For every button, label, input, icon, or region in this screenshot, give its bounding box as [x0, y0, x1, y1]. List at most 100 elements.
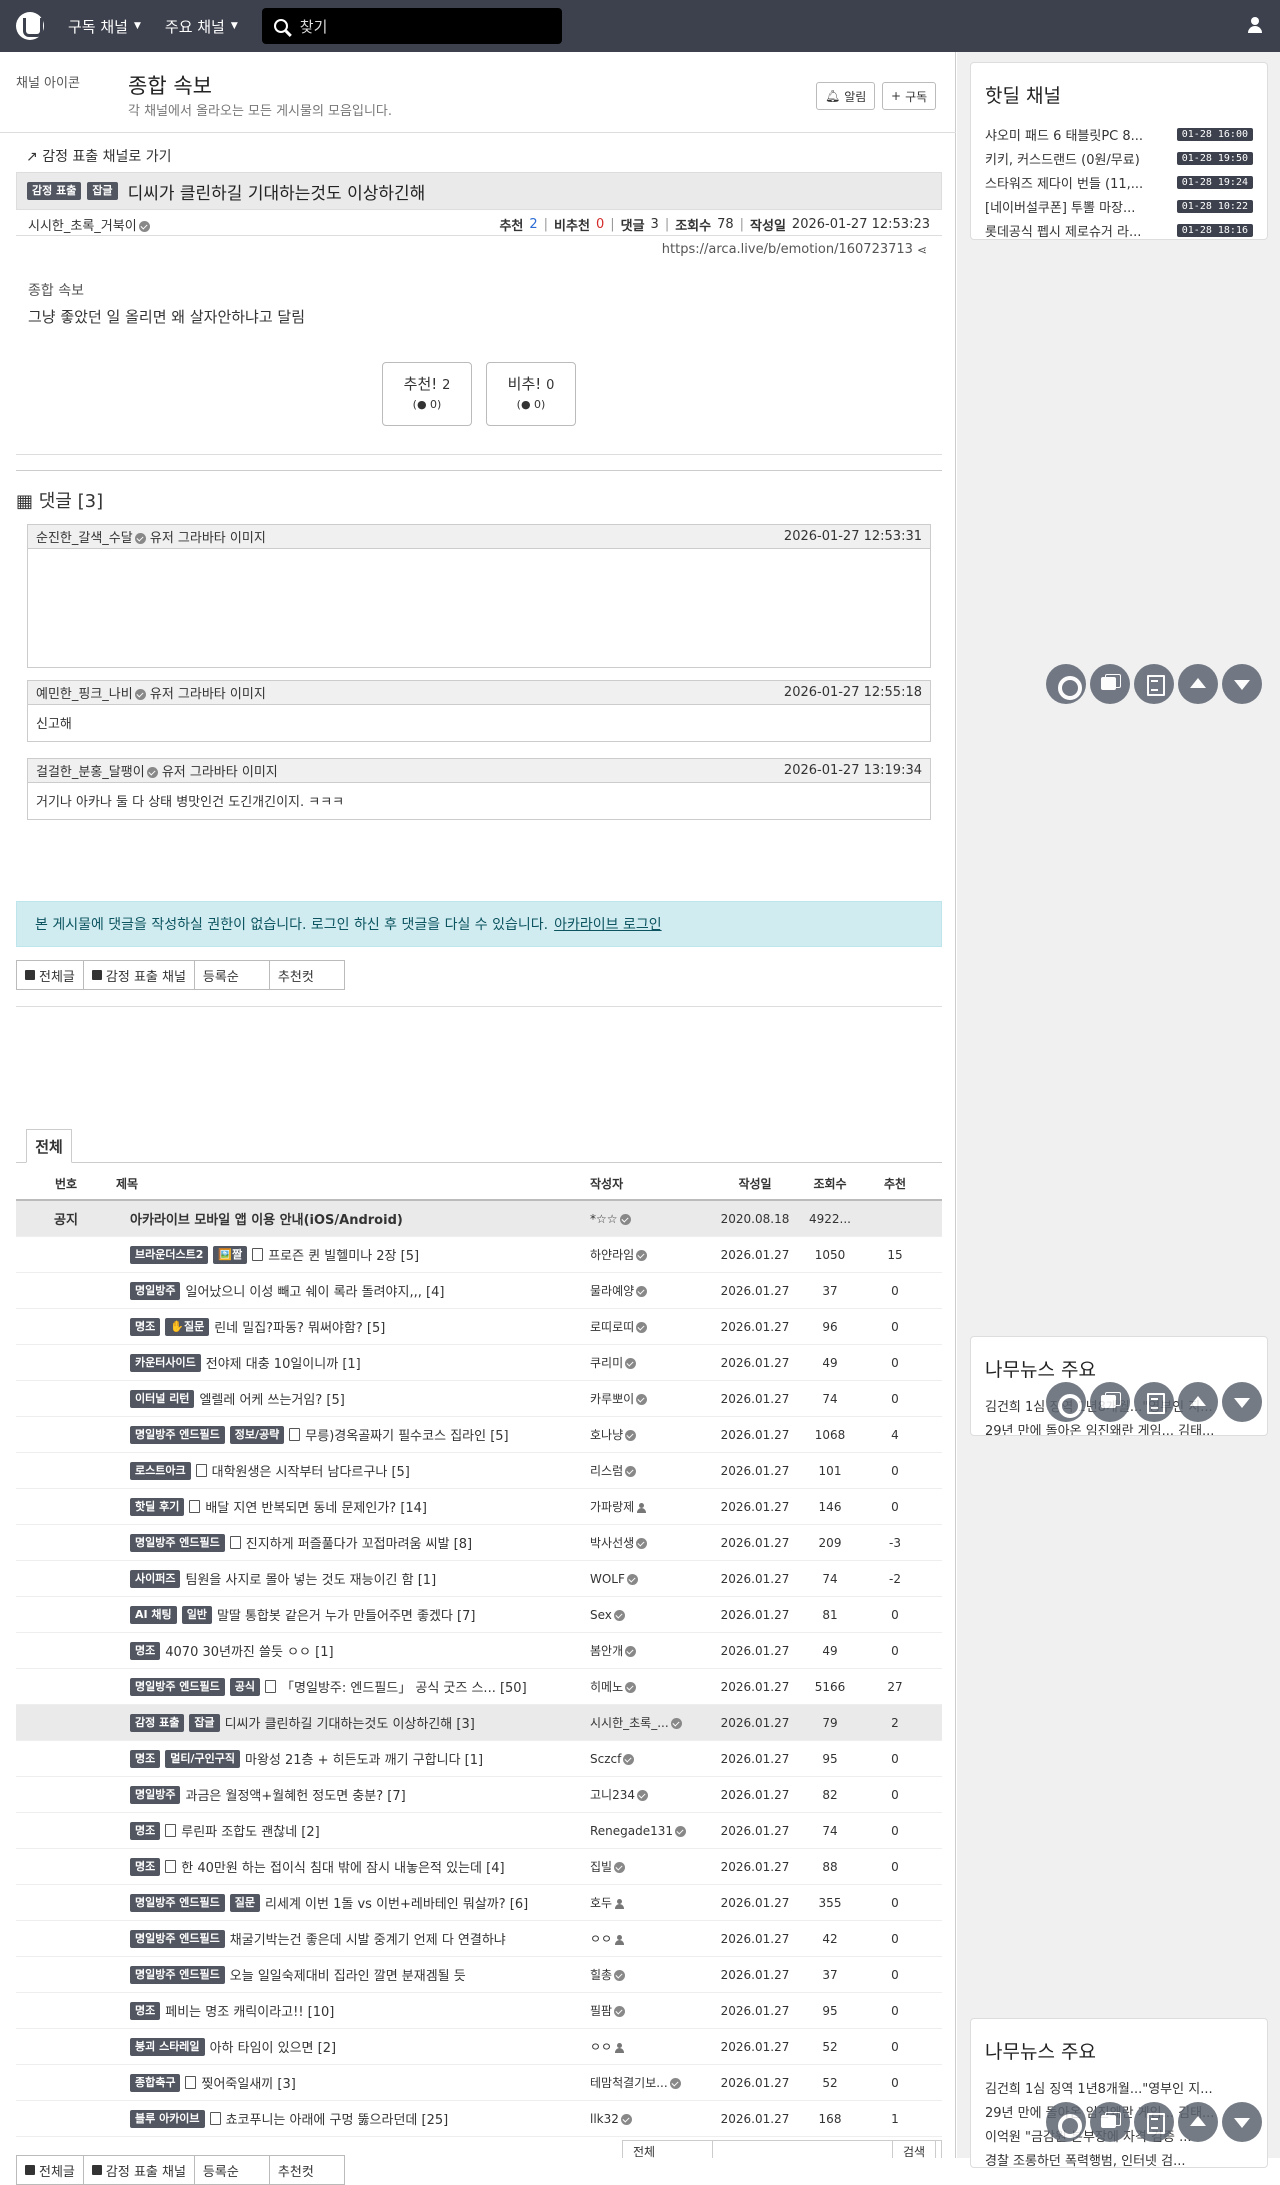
comment-author[interactable]: 순진한_갈색_수달 유저 그라바타 이미지	[36, 527, 784, 546]
row-author[interactable]: 시시한_초록_...	[590, 1714, 720, 1731]
row-title[interactable]: 명조 루린파 조합도 괜찮네 [2]	[116, 1821, 590, 1840]
comments-icon[interactable]	[1090, 664, 1130, 704]
table-row[interactable]: 명일방주 과금은 월정액+월혜헌 정도면 충분? [7] 고니234 2026.0…	[16, 1777, 942, 1813]
table-row[interactable]: 브라운더스트2 🖼️짤 프로즌 퀸 빌헬미나 2장 [5] 하얀라임 2026.01…	[16, 1237, 942, 1273]
category-badge[interactable]: 명일방주 엔드필드	[130, 1965, 225, 1984]
category-badge[interactable]: 명일방주	[130, 1785, 181, 1804]
board-title[interactable]: 종합 속보	[128, 70, 212, 100]
row-author[interactable]: 힐총	[590, 1966, 720, 1983]
row-author[interactable]: 집빌	[590, 1858, 720, 1875]
table-row[interactable]: 명일방주 엔드필드 질문 리세계 이번 1돌 vs 이번+레바테인 뭐살까? [6]…	[16, 1885, 942, 1921]
row-title[interactable]: 명일방주 엔드필드 정보/공략 무릉)경옥골짜기 필수코스 집라인 [5]	[116, 1425, 590, 1444]
table-row[interactable]: AI 채팅 일반 말딸 통합봇 같은거 누가 만들어주면 좋겠다 [7] Sex 2…	[16, 1597, 942, 1633]
arca-logo-icon[interactable]	[16, 12, 44, 40]
row-title[interactable]: 사이퍼즈 팀원을 사지로 몰아 넣는 것도 재능이긴 함 [1]	[116, 1569, 590, 1588]
category-badge[interactable]: 잡글	[189, 1713, 220, 1732]
gear-icon[interactable]	[1046, 1382, 1086, 1422]
alarm-button[interactable]: 🔔︎ 알림	[816, 82, 876, 110]
category-badge[interactable]: 명일방주 엔드필드	[130, 1677, 225, 1696]
row-title[interactable]: 명일방주 엔드필드 채굴기박는건 좋은데 시발 중계기 언제 다 연결하냐	[116, 1929, 590, 1948]
category-badge[interactable]: 블루 아카이브	[130, 2109, 205, 2128]
category-badge[interactable]: 명일방주 엔드필드	[130, 1893, 225, 1912]
category-badge[interactable]: 명일방주 엔드필드	[130, 1425, 225, 1444]
major-channels-dropdown[interactable]: 주요 채널 ▼	[165, 16, 238, 37]
row-author[interactable]: 고니234	[590, 1786, 720, 1803]
search-button[interactable]: 검색	[893, 2141, 937, 2159]
notice-author[interactable]: *☆☆	[590, 1212, 720, 1226]
channel-button[interactable]: 감정 표출 채널	[82, 960, 195, 990]
subscribed-channels-dropdown[interactable]: 구독 채널 ▼	[68, 16, 141, 37]
table-row[interactable]: 붕괴 스타레일 아하 타임이 있으면 [2] ㅇㅇ 2026.01.27 52 0	[16, 2029, 942, 2065]
category-badge[interactable]: 이터널 리턴	[130, 1389, 195, 1408]
row-author[interactable]: 가파랑제	[590, 1498, 720, 1515]
gear-icon[interactable]	[1046, 2102, 1086, 2142]
scroll-up-icon[interactable]	[1178, 2102, 1218, 2142]
subscribe-button[interactable]: + 구독	[882, 82, 937, 110]
scroll-up-icon[interactable]	[1178, 664, 1218, 704]
table-row[interactable]: 카운터사이드 전야제 대충 10일이니까 [1] 쿠리미 2026.01.27 4…	[16, 1345, 942, 1381]
table-row[interactable]: 명일방주 엔드필드 정보/공략 무릉)경옥골짜기 필수코스 집라인 [5] 호나냥 …	[16, 1417, 942, 1453]
row-title[interactable]: 명일방주 엔드필드 질문 리세계 이번 1돌 vs 이번+레바테인 뭐살까? [6]	[116, 1893, 590, 1912]
post-url[interactable]: https://arca.live/b/emotion/160723713 ⋖	[662, 242, 927, 257]
category-badge[interactable]: 핫딜 후기	[130, 1497, 185, 1516]
table-row[interactable]: 명조 페비는 명조 캐릭이라고!! [10] 필팜 2026.01.27 95 0	[16, 1993, 942, 2029]
back-to-channel-link[interactable]: ↗ 감정 표출 채널로 가기	[26, 146, 171, 166]
table-row[interactable]: 명일방주 엔드필드 공식 「명일방주: 엔드필드」 공식 굿즈 스... [50] …	[16, 1669, 942, 1705]
category-badge[interactable]: 종합축구	[130, 2073, 181, 2092]
category-badge[interactable]: 명일방주 엔드필드	[130, 1533, 225, 1552]
category-badge[interactable]: 명일방주	[130, 1281, 181, 1300]
row-title[interactable]: 명조 페비는 명조 캐릭이라고!! [10]	[116, 2001, 590, 2020]
row-title[interactable]: 이터널 리턴 엘렐레 어케 쓰는거임? [5]	[116, 1389, 590, 1408]
row-title[interactable]: 블루 아카이브 쵸코푸니는 아래에 구멍 뚫으라던데 [25]	[116, 2109, 590, 2128]
best-button[interactable]: 추천컷	[268, 2155, 345, 2185]
list-icon[interactable]	[1134, 2102, 1174, 2142]
news-item[interactable]: 29년 만에 돌아온 임진왜란 게임... 김태...	[971, 1420, 1267, 1435]
table-row[interactable]: 명일방주 일어났으니 이성 빼고 쉐이 록라 돌려야지,,, [4] 물라예양 2…	[16, 1273, 942, 1309]
category-badge[interactable]: 카운터사이드	[130, 1353, 201, 1372]
table-row[interactable]: 로스트아크 대학원생은 시작부터 남다르구나 [5] 리스럼 2026.01.27…	[16, 1453, 942, 1489]
row-author[interactable]: Sex	[590, 1608, 720, 1622]
row-title[interactable]: 명일방주 엔드필드 진지하게 퍼즐풀다가 꼬접마려움 씨발 [8]	[116, 1533, 590, 1552]
downvote-button[interactable]: 비추! 0 (● 0)	[486, 362, 576, 426]
search-input[interactable]: 찾기	[261, 8, 562, 44]
row-author[interactable]: 카루뽀이	[590, 1390, 720, 1407]
category-badge[interactable]: 공식	[229, 1677, 261, 1696]
table-row[interactable]: 블루 아카이브 쵸코푸니는 아래에 구멍 뚫으라던데 [25] llk32 202…	[16, 2101, 942, 2137]
row-title[interactable]: 명조 ✋질문 린네 밀집?파동? 뭐써야함? [5]	[116, 1317, 590, 1336]
table-row[interactable]: 명조 한 40만원 하는 접이식 침대 밖에 잠시 내놓은적 있는데 [4] 집빌…	[16, 1849, 942, 1885]
table-row[interactable]: 명조 ✋질문 린네 밀집?파동? 뭐써야함? [5] 로띠로띠 2026.01.27…	[16, 1309, 942, 1345]
table-row[interactable]: 이터널 리턴 엘렐레 어케 쓰는거임? [5] 카루뽀이 2026.01.27 7…	[16, 1381, 942, 1417]
best-button[interactable]: 추천컷	[268, 960, 345, 990]
row-author[interactable]: 하얀라임	[590, 1246, 720, 1263]
row-author[interactable]: WOLF	[590, 1572, 720, 1586]
row-title[interactable]: 명일방주 일어났으니 이성 빼고 쉐이 록라 돌려야지,,, [4]	[116, 1281, 590, 1300]
list-icon[interactable]	[1134, 664, 1174, 704]
category-badge[interactable]: 명조	[130, 1749, 161, 1768]
row-author[interactable]: 박사선생	[590, 1534, 720, 1551]
table-row[interactable]: 명일방주 엔드필드 오늘 일일숙제대비 집라인 깔면 분재겜될 듯 힐총 2026…	[16, 1957, 942, 1993]
user-icon[interactable]	[1246, 16, 1264, 34]
category-badge[interactable]: 명조	[130, 2001, 161, 2020]
row-title[interactable]: 명일방주 과금은 월정액+월혜헌 정도면 충분? [7]	[116, 1785, 590, 1804]
category-badge[interactable]: 붕괴 스타레일	[130, 2037, 205, 2056]
order-button[interactable]: 등록순	[193, 960, 270, 990]
post-author[interactable]: 시시한_초록_거북이	[28, 215, 499, 234]
search-field[interactable]	[713, 2141, 893, 2158]
news-title[interactable]: 나무뉴스 주요	[985, 2037, 1267, 2064]
row-author[interactable]: 호나냥	[590, 1426, 720, 1443]
row-author[interactable]: 로띠로띠	[590, 1318, 720, 1335]
order-button[interactable]: 등록순	[193, 2155, 270, 2185]
scroll-down-icon[interactable]	[1222, 664, 1262, 704]
row-title[interactable]: 명조 4070 30년까진 쓸듯 ㅇㅇ [1]	[116, 1641, 590, 1660]
category-badge[interactable]: 사이퍼즈	[130, 1569, 181, 1588]
hotdeal-title[interactable]: 핫딜 채널	[985, 81, 1267, 108]
row-author[interactable]: ㅇㅇ	[590, 1930, 720, 1947]
row-author[interactable]: 호두	[590, 1894, 720, 1911]
comment-author[interactable]: 걸걸한_분홍_달팽이 유저 그라바타 이미지	[36, 761, 784, 780]
category-badge[interactable]: AI 채팅	[130, 1605, 177, 1624]
news-title[interactable]: 나무뉴스 주요	[985, 1355, 1267, 1382]
row-author[interactable]: 필팜	[590, 2002, 720, 2019]
table-row[interactable]: 명일방주 엔드필드 진지하게 퍼즐풀다가 꼬접마려움 씨발 [8] 박사선생 20…	[16, 1525, 942, 1561]
row-title[interactable]: 감정 표출 잡글 디씨가 클린하길 기대하는것도 이상하긴해 [3]	[116, 1713, 590, 1732]
category-badge[interactable]: 질문	[229, 1893, 261, 1912]
